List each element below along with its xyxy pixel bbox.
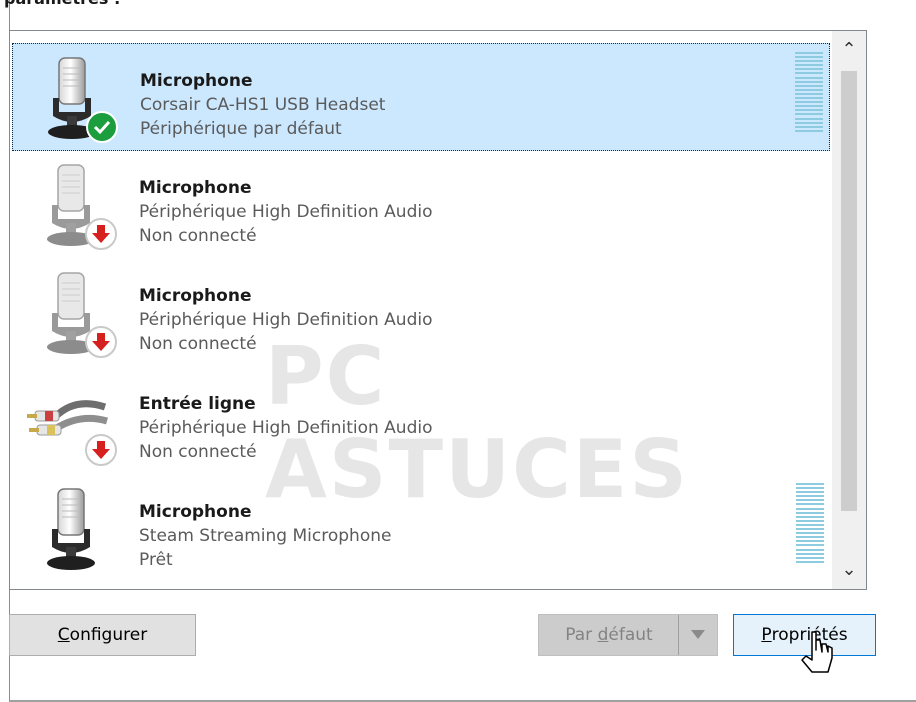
recording-device-list[interactable]: Microphone Corsair CA-HS1 USB Headset Pé… bbox=[9, 30, 867, 590]
scroll-up-arrow-icon[interactable]: ⌃ bbox=[832, 33, 866, 67]
device-row-steam-microphone[interactable]: Microphone Steam Streaming Microphone Pr… bbox=[12, 475, 830, 583]
down-arrow-icon bbox=[85, 326, 117, 358]
device-row-line-in[interactable]: Entrée ligne Périphérique High Definitio… bbox=[12, 367, 830, 475]
header-strip: paramètres : bbox=[0, 0, 916, 10]
device-name: Microphone bbox=[139, 178, 252, 198]
header-title-fragment: paramètres : bbox=[4, 0, 120, 8]
device-name: Microphone bbox=[139, 502, 252, 522]
down-arrow-icon bbox=[85, 434, 117, 466]
device-name: Microphone bbox=[139, 286, 252, 306]
level-meter bbox=[796, 483, 824, 563]
device-description: Périphérique High Definition Audio bbox=[139, 418, 433, 438]
device-name: Microphone bbox=[140, 71, 253, 91]
device-status: Non connecté bbox=[139, 226, 257, 246]
level-meter bbox=[795, 52, 823, 132]
device-row-microphone-corsair[interactable]: Microphone Corsair CA-HS1 USB Headset Pé… bbox=[12, 43, 830, 151]
properties-accelerator: P bbox=[761, 625, 772, 645]
device-status: Non connecté bbox=[139, 334, 257, 354]
vertical-scrollbar[interactable]: ⌃ ⌄ bbox=[832, 31, 866, 589]
device-status: Non connecté bbox=[139, 442, 257, 462]
down-arrow-icon bbox=[85, 218, 117, 250]
scroll-down-arrow-icon[interactable]: ⌄ bbox=[832, 553, 866, 587]
set-default-button[interactable]: Par d éfaut bbox=[538, 614, 718, 656]
mouse-cursor-icon bbox=[801, 631, 833, 673]
scroll-thumb[interactable] bbox=[841, 71, 857, 511]
configure-accelerator: C bbox=[57, 625, 70, 645]
device-status: Prêt bbox=[139, 550, 173, 570]
configure-button[interactable]: Configurer bbox=[9, 614, 196, 656]
device-status: Périphérique par défaut bbox=[140, 119, 342, 139]
device-description: Steam Streaming Microphone bbox=[139, 526, 392, 546]
microphone-icon bbox=[47, 488, 95, 570]
device-description: Périphérique High Definition Audio bbox=[139, 310, 433, 330]
device-description: Corsair CA-HS1 USB Headset bbox=[140, 95, 386, 115]
set-default-dropdown-arrow-icon[interactable] bbox=[678, 615, 717, 655]
device-row-microphone-hd-audio-2[interactable]: Microphone Périphérique High Definition … bbox=[12, 259, 830, 367]
device-name: Entrée ligne bbox=[139, 394, 256, 414]
device-description: Périphérique High Definition Audio bbox=[139, 202, 433, 222]
set-default-accelerator: d bbox=[597, 625, 609, 645]
check-icon bbox=[86, 111, 118, 143]
device-row-microphone-hd-audio-1[interactable]: Microphone Périphérique High Definition … bbox=[12, 151, 830, 259]
